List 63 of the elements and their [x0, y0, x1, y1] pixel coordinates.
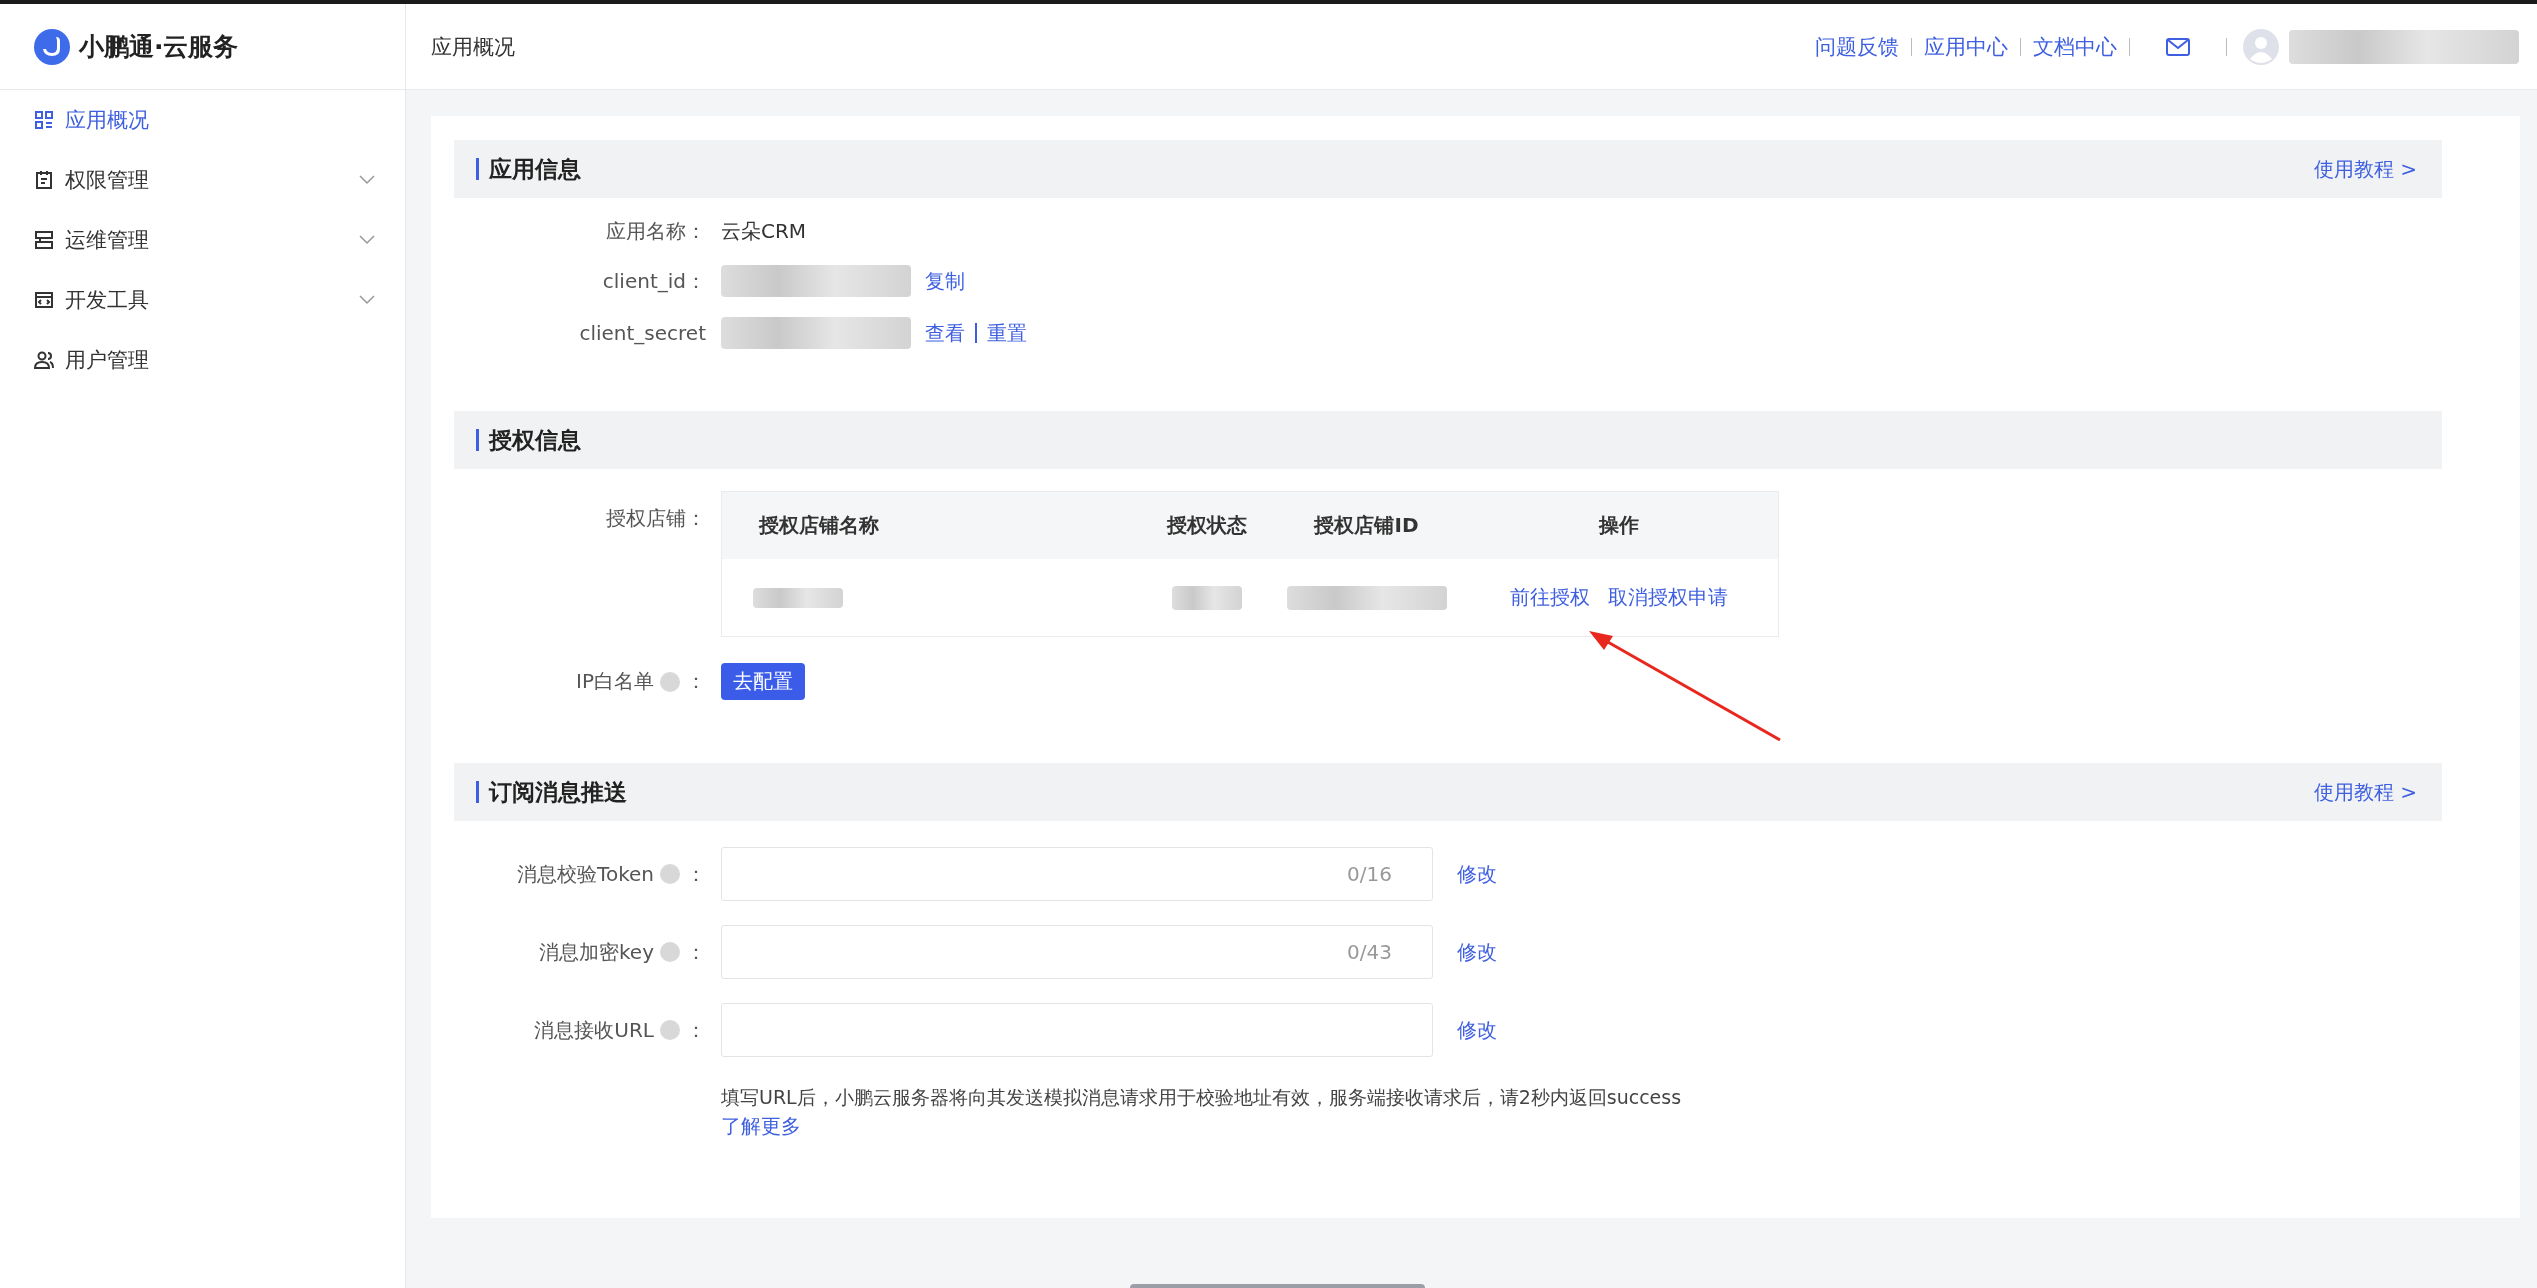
header-link[interactable]: 应用中心: [1924, 32, 2008, 61]
header-link[interactable]: 文档中心: [2033, 32, 2117, 61]
field-label: 消息加密key: [539, 938, 654, 966]
code-window-icon: [34, 290, 54, 310]
column-header: 授权状态: [1165, 512, 1248, 539]
sidebar-item[interactable]: 应用概况: [0, 90, 405, 150]
label-colon: ：: [686, 1016, 706, 1044]
field-value: 云朵CRM: [721, 218, 807, 245]
info-icon[interactable]: [660, 864, 680, 884]
section-title: 订阅消息推送: [476, 781, 627, 803]
sidebar-item[interactable]: 用户管理: [0, 330, 405, 390]
tutorial-link[interactable]: 使用教程 >: [2313, 155, 2417, 183]
input-field[interactable]: 0/43: [721, 925, 1433, 979]
input-field[interactable]: 0/16: [721, 847, 1433, 901]
field-label: 授权店铺：: [605, 505, 707, 532]
chevron-down-icon: [359, 295, 375, 305]
action-link[interactable]: 复制: [925, 267, 965, 295]
sidebar-item[interactable]: 运维管理: [0, 210, 405, 270]
column-header: 操作: [1597, 512, 1640, 539]
section-title: 应用信息: [476, 158, 581, 180]
field-label: client_id：: [601, 267, 707, 295]
field-label: 消息校验Token: [517, 860, 654, 888]
chevron-down-icon: [359, 235, 375, 245]
field-label: 消息接收URL: [534, 1016, 654, 1044]
page-title: 应用概况: [431, 33, 515, 61]
avatar-icon[interactable]: [2243, 28, 2279, 65]
sidebar-item[interactable]: 权限管理: [0, 150, 405, 210]
configure-button[interactable]: 去配置: [721, 663, 805, 700]
field-label: 应用名称：: [605, 218, 707, 245]
char-counter: 0/43: [1347, 940, 1392, 964]
users-icon: [34, 350, 54, 370]
mail-icon[interactable]: [2166, 37, 2190, 56]
input-field[interactable]: [721, 1003, 1433, 1057]
info-icon[interactable]: [660, 1020, 680, 1040]
column-header: 授权店铺名称: [757, 512, 880, 539]
field-label: IP白名单: [576, 668, 654, 695]
field-label: client_secret: [578, 321, 707, 345]
action-link[interactable]: 前往授权: [1510, 584, 1590, 611]
server-icon: [34, 230, 54, 250]
redacted-value: [1171, 585, 1242, 610]
grid-icon: [34, 110, 54, 130]
section-title: 授权信息: [476, 429, 581, 451]
clipboard-icon: [34, 170, 54, 190]
label-colon: ：: [686, 668, 706, 695]
char-counter: 0/16: [1347, 862, 1392, 886]
column-header: 授权店铺ID: [1312, 512, 1420, 539]
sidebar-item[interactable]: 开发工具: [0, 270, 405, 330]
action-link[interactable]: 取消授权申请: [1608, 584, 1728, 611]
help-text: 填写URL后，小鹏云服务器将向其发送模拟消息请求用于校验地址有效，服务端接收请求后，请2秒内返回success: [721, 1085, 1683, 1110]
header-link[interactable]: 问题反馈: [1815, 32, 1899, 61]
action-link[interactable]: 查看: [925, 319, 965, 347]
learn-more-link[interactable]: 了解更多: [721, 1113, 2442, 1140]
edit-link[interactable]: 修改: [1457, 860, 1497, 888]
edit-link[interactable]: 修改: [1457, 1016, 1497, 1044]
label-colon: ：: [686, 938, 706, 966]
label-colon: ：: [686, 860, 706, 888]
chevron-down-icon: [359, 175, 375, 185]
info-icon[interactable]: [660, 671, 680, 692]
action-link[interactable]: 重置: [987, 319, 1027, 347]
info-icon[interactable]: [660, 942, 680, 962]
edit-link[interactable]: 修改: [1457, 938, 1497, 966]
tutorial-link[interactable]: 使用教程 >: [2313, 778, 2417, 806]
brand-name: 小鹏通·云服务: [79, 31, 239, 63]
